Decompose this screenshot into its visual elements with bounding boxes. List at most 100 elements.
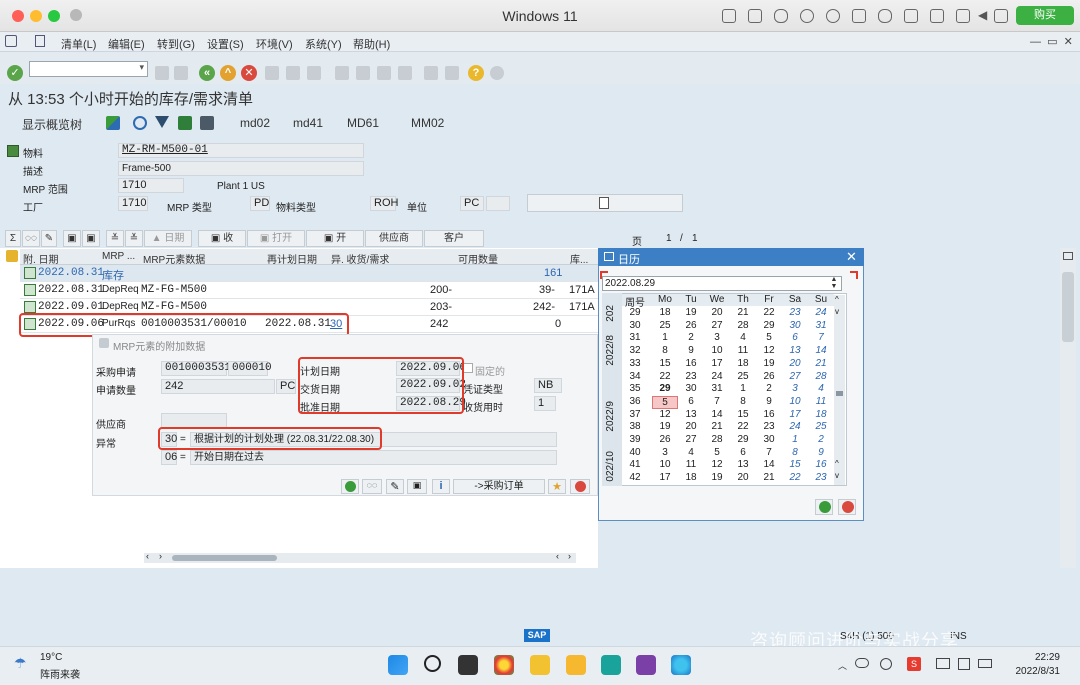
last-page-icon[interactable] — [398, 66, 412, 80]
menu-edit[interactable]: 编辑(E) — [108, 36, 145, 52]
calendar-day[interactable]: 10 — [704, 345, 730, 356]
help-icon[interactable]: ? — [468, 65, 484, 81]
week-number[interactable]: 41 — [622, 459, 648, 470]
week-number[interactable]: 34 — [622, 371, 648, 382]
cloud-icon[interactable] — [855, 658, 869, 668]
week-number[interactable]: 40 — [622, 447, 648, 458]
calendar-day[interactable]: 18 — [808, 409, 834, 420]
prev-page-icon[interactable] — [356, 66, 370, 80]
customer-button[interactable]: 客户 — [424, 230, 484, 247]
col-date[interactable]: 附. 日期 — [23, 251, 59, 266]
calendar-day[interactable]: 22 — [730, 421, 756, 432]
calendar-day[interactable]: 5 — [756, 332, 782, 343]
open-button[interactable]: ▣ 打开 — [247, 230, 305, 247]
find-next-icon[interactable] — [307, 66, 321, 80]
hierarchy-down-button[interactable]: ▣ — [82, 230, 100, 247]
vertical-scroll-thumb[interactable] — [1062, 272, 1074, 342]
md41-button[interactable]: md41 — [293, 116, 323, 130]
task-view-icon[interactable] — [458, 655, 478, 675]
calendar-day[interactable]: 17 — [652, 472, 678, 483]
calendar-day[interactable]: 19 — [704, 472, 730, 483]
col-mrp-element-data[interactable]: MRP元素数据 — [143, 251, 205, 266]
table-row[interactable]: 2022.08.31 库存 161 — [20, 265, 598, 282]
calendar-day[interactable]: 6 — [730, 447, 756, 458]
week-number[interactable]: 33 — [622, 358, 648, 369]
onenote-icon[interactable] — [636, 655, 656, 675]
first-page-icon[interactable] — [335, 66, 349, 80]
calendar-day[interactable]: 15 — [782, 459, 808, 470]
edit-button[interactable]: ✎ — [41, 230, 57, 247]
calendar-day[interactable]: 5 — [704, 447, 730, 458]
confirm-button[interactable] — [341, 479, 359, 494]
hierarchy-up-button[interactable]: ▣ — [63, 230, 81, 247]
calendar-day[interactable]: 30 — [756, 434, 782, 445]
date-button[interactable]: ▲ 日期 — [144, 230, 192, 247]
print-icon[interactable] — [265, 66, 279, 80]
col-exception-receipt[interactable]: 异. 收货/需求 — [331, 251, 389, 266]
close-panel-button[interactable] — [570, 479, 590, 494]
cd-icon[interactable] — [800, 9, 814, 23]
layout-settings-icon[interactable] — [490, 66, 504, 80]
display-icon[interactable] — [936, 658, 950, 669]
calendar-day[interactable]: 24 — [704, 371, 730, 382]
calendar-day[interactable]: 6 — [782, 332, 808, 343]
reload-icon[interactable] — [133, 116, 147, 130]
calendar-scroll-thumb[interactable] — [836, 391, 843, 396]
back-icon[interactable]: « — [199, 65, 215, 81]
calendar-day[interactable]: 2 — [808, 434, 834, 445]
md02-button[interactable]: md02 — [240, 116, 270, 130]
calendar-day[interactable]: 31 — [808, 320, 834, 331]
calendar-day[interactable]: 1 — [782, 434, 808, 445]
calendar-day[interactable]: 8 — [782, 447, 808, 458]
calendar-day[interactable]: 2 — [678, 332, 704, 343]
calendar-day[interactable]: 8 — [652, 345, 678, 356]
calendar-day[interactable]: 24 — [782, 421, 808, 432]
calendar-day[interactable]: 29 — [652, 383, 678, 394]
calendar-day[interactable]: 28 — [704, 434, 730, 445]
scroll-thumb[interactable] — [172, 555, 277, 561]
calendar-day[interactable]: 4 — [808, 383, 834, 394]
star-button[interactable]: ★ — [548, 479, 566, 494]
calendar-day[interactable]: 13 — [730, 459, 756, 470]
sap-window-icon[interactable] — [5, 35, 17, 47]
calendar-day[interactable]: 16 — [808, 459, 834, 470]
calendar-day[interactable]: 9 — [808, 447, 834, 458]
calendar-day[interactable]: 12 — [704, 459, 730, 470]
receive-button[interactable]: ▣ 收 — [198, 230, 246, 247]
cpu-icon[interactable] — [748, 9, 762, 23]
menu-exit-icon[interactable] — [35, 35, 45, 47]
edge-icon[interactable] — [671, 655, 691, 675]
calendar-date-input[interactable]: 2022.08.29 — [602, 276, 842, 291]
calendar-day[interactable]: 4 — [678, 447, 704, 458]
calendar-day[interactable]: 22 — [652, 371, 678, 382]
chevron-down-icon[interactable]: v — [835, 471, 839, 480]
calendar-day[interactable]: 21 — [808, 358, 834, 369]
clock-time[interactable]: 22:29 — [1000, 652, 1060, 663]
calendar-day[interactable]: 7 — [808, 332, 834, 343]
calendar-day[interactable]: 13 — [678, 409, 704, 420]
calendar-day[interactable]: 18 — [652, 307, 678, 318]
language-icon[interactable] — [880, 658, 892, 670]
calendar-day[interactable]: 12 — [652, 409, 678, 420]
buy-button[interactable]: 购买 — [1016, 6, 1074, 25]
info-button[interactable]: i — [432, 479, 450, 494]
camera-icon[interactable] — [930, 9, 944, 23]
menu-list[interactable]: 清单(L) — [61, 36, 96, 52]
calendar-day[interactable]: 21 — [756, 472, 782, 483]
calendar-day[interactable]: 25 — [808, 421, 834, 432]
calendar-day[interactable]: 26 — [652, 434, 678, 445]
filter-icon[interactable] — [155, 116, 169, 128]
scroll-left-icon[interactable]: ‹ — [146, 551, 149, 561]
menu-settings[interactable]: 设置(S) — [207, 36, 244, 52]
calendar-day[interactable]: 10 — [782, 396, 808, 407]
calendar-day[interactable]: 15 — [652, 358, 678, 369]
chat-icon[interactable] — [601, 655, 621, 675]
details-button[interactable]: ◌◌ — [22, 230, 40, 247]
chevron-up-icon[interactable]: ^ — [835, 295, 839, 304]
calendar-day[interactable]: 21 — [730, 307, 756, 318]
document-button[interactable] — [527, 194, 683, 212]
week-number[interactable]: 35 — [622, 383, 648, 394]
chevron-down-icon[interactable]: ▾ — [139, 62, 144, 73]
cancel-icon[interactable]: ✕ — [241, 65, 257, 81]
week-number[interactable]: 32 — [622, 345, 648, 356]
